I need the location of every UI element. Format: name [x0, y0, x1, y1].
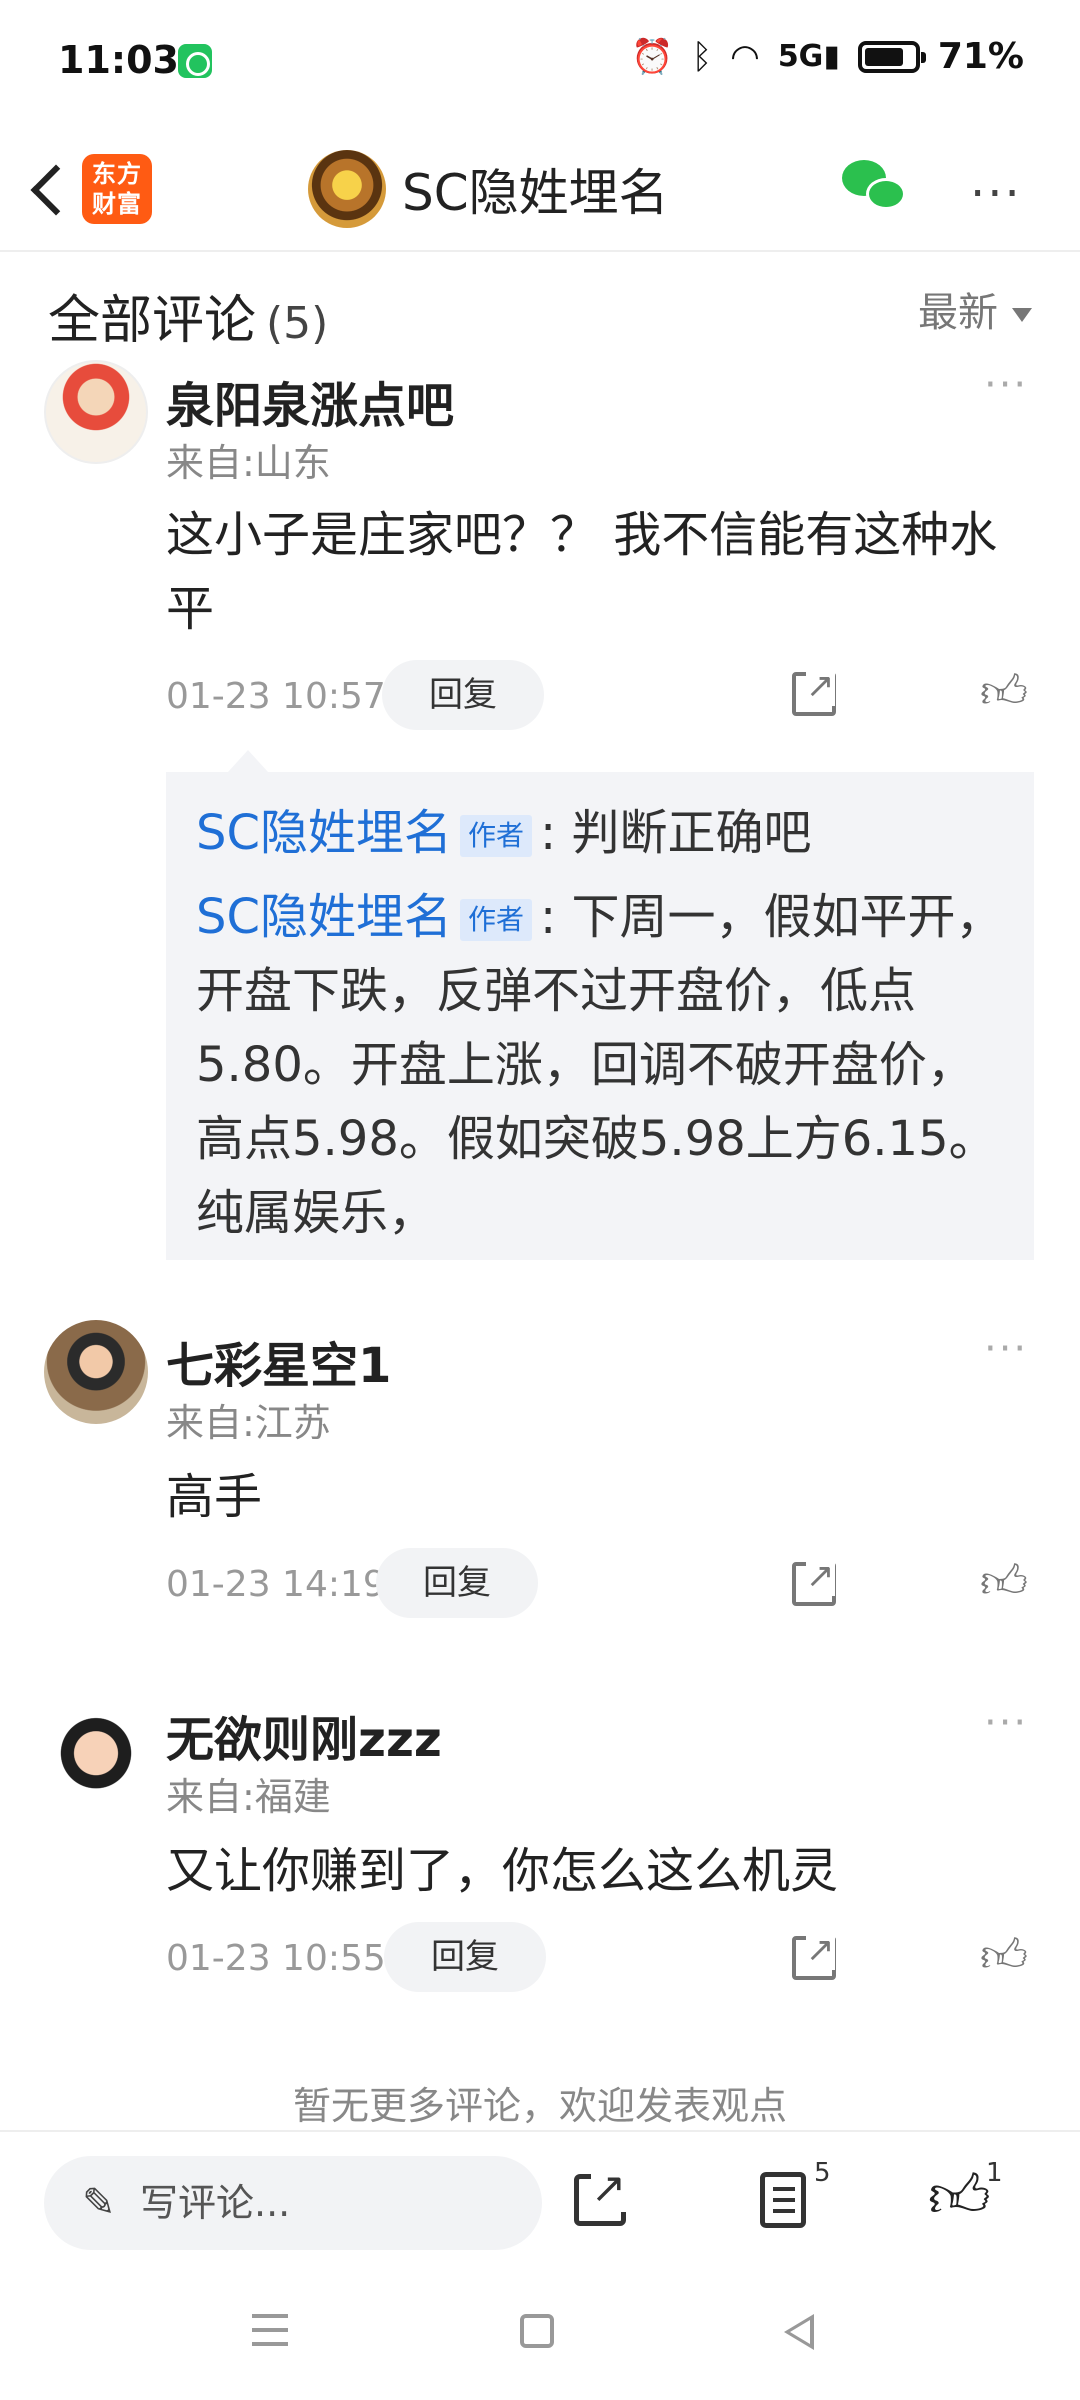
comments-header: 全部评论 (5)	[48, 278, 328, 353]
author-avatar[interactable]	[308, 150, 386, 228]
reply-button[interactable]: 回复	[384, 1922, 546, 1992]
comment-more-button[interactable]: ···	[984, 1326, 1028, 1372]
comment-username[interactable]: 泉阳泉涨点吧	[166, 366, 454, 436]
share-icon[interactable]	[792, 666, 836, 716]
comments-title: 全部评论	[48, 291, 257, 351]
more-options-button[interactable]: ···	[970, 166, 1022, 222]
comment-text: 这小子是庄家吧？？ 我不信能有这种水平	[166, 507, 998, 637]
comment-time: 01-23 10:55	[166, 1938, 386, 1979]
like-icon[interactable]: 👍︎	[980, 1554, 1028, 1610]
comment-more-button[interactable]: ···	[984, 1700, 1028, 1746]
author-badge: 作者	[460, 899, 533, 941]
bluetooth-icon: ᛒ	[691, 36, 713, 77]
wifi-icon: ◠	[730, 36, 760, 77]
signal-icon: 5G▮	[777, 38, 840, 74]
menu-icon[interactable]	[252, 2314, 288, 2318]
system-navigation-bar	[0, 2270, 1080, 2400]
share-button[interactable]	[574, 2163, 627, 2226]
comment-username[interactable]: 无欲则刚zzz	[166, 1700, 442, 1770]
comment-count-badge: 5	[814, 2158, 831, 2188]
dropdown-triangle-icon	[1012, 308, 1032, 322]
back-triangle-icon[interactable]	[784, 2314, 814, 2350]
app-logo[interactable]: 东方 财富	[82, 154, 152, 224]
share-icon[interactable]	[792, 1556, 836, 1606]
comment-location: 来自:江苏	[166, 1401, 331, 1445]
comment-time: 01-23 14:19	[166, 1564, 386, 1605]
network-type: 5G	[777, 38, 824, 74]
comment-time: 01-23 10:57	[166, 676, 386, 717]
back-button[interactable]	[22, 152, 82, 224]
comment-location: 来自:山东	[166, 441, 331, 485]
reply-text: : 判断正确吧	[540, 805, 812, 861]
comment-text: 又让你赚到了，你怎么这么机灵	[166, 1843, 839, 1899]
sort-dropdown[interactable]: 最新	[918, 280, 1032, 338]
logo-line-2: 财富	[92, 190, 142, 218]
comment-location: 来自:福建	[166, 1775, 331, 1819]
reply-item[interactable]: SC隐姓埋名 作者: 判断正确吧	[196, 796, 1004, 870]
replies-box: SC隐姓埋名 作者: 判断正确吧 SC隐姓埋名 作者: 下周一，假如平开，开盘下跌，…	[166, 750, 1034, 1260]
notification-app-icon	[178, 44, 212, 78]
user-avatar[interactable]	[44, 1320, 148, 1424]
like-button[interactable]: 👍︎	[928, 2162, 991, 2234]
reply-author[interactable]: SC隐姓埋名	[196, 805, 452, 861]
top-nav-bar: 东方 财富 SC隐姓埋名 ···	[0, 130, 1080, 252]
comment-input-placeholder: 写评论...	[140, 2181, 291, 2225]
pencil-icon: ✎	[82, 2180, 116, 2226]
comment-username[interactable]: 七彩星空1	[166, 1326, 391, 1396]
author-badge: 作者	[460, 815, 533, 857]
like-count-badge: 1	[986, 2158, 1003, 2188]
user-avatar[interactable]	[44, 1696, 148, 1800]
sort-label: 最新	[918, 290, 998, 336]
author-header[interactable]: SC隐姓埋名	[308, 150, 669, 228]
bottom-action-bar: ✎ 写评论... 5 👍︎ 1	[0, 2130, 1080, 2260]
status-bar: 11:03 ⏰ ᛒ ◠ 5G▮ 71%	[0, 0, 1080, 120]
author-name[interactable]: SC隐姓埋名	[402, 153, 669, 225]
battery-icon	[857, 40, 926, 73]
logo-line-1: 东方	[92, 160, 142, 188]
home-icon[interactable]	[520, 2314, 554, 2348]
battery-percent: 71%	[937, 36, 1024, 77]
reply-button[interactable]: 回复	[376, 1548, 538, 1618]
user-avatar[interactable]	[44, 360, 148, 464]
status-icons: ⏰ ᛒ ◠ 5G▮ 71%	[631, 36, 1024, 77]
reply-author[interactable]: SC隐姓埋名	[196, 889, 452, 945]
alarm-icon: ⏰	[631, 36, 674, 77]
comments-count: (5)	[266, 298, 329, 349]
comment-more-button[interactable]: ···	[984, 362, 1028, 408]
like-icon[interactable]: 👍︎	[980, 1928, 1028, 1984]
wechat-share-icon[interactable]	[842, 160, 908, 216]
no-more-comments: 暂无更多评论，欢迎发表观点	[292, 2084, 787, 2128]
reply-button[interactable]: 回复	[382, 660, 544, 730]
comment-input[interactable]: ✎ 写评论...	[44, 2156, 542, 2250]
share-icon[interactable]	[792, 1930, 836, 1980]
comment-text: 高手	[166, 1469, 263, 1525]
status-time: 11:03	[58, 38, 179, 82]
comments-list-button[interactable]	[760, 2172, 806, 2228]
reply-item[interactable]: SC隐姓埋名 作者: 下周一，假如平开，开盘下跌，反弹不过开盘价，低点5.80。开…	[196, 880, 1004, 1250]
like-icon[interactable]: 👍︎	[980, 664, 1028, 720]
